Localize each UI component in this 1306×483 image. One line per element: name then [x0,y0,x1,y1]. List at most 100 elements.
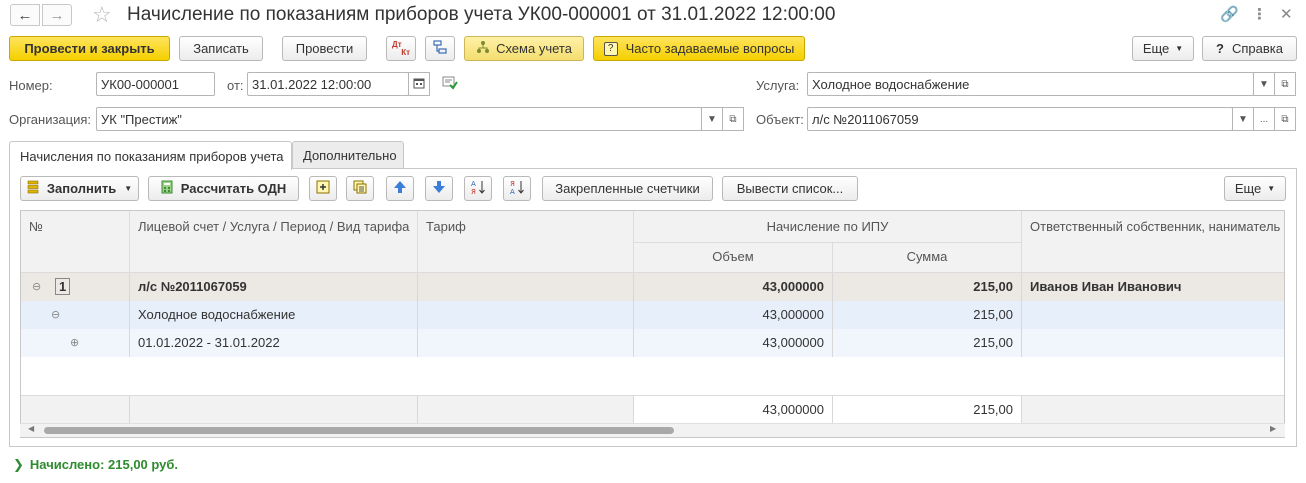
calc-odn-button[interactable]: Рассчитать ОДН [148,176,299,201]
header-tariff[interactable]: Тариф [418,211,634,273]
table-row[interactable]: ⊕ 01.01.2022 - 31.01.2022 43,000000 215,… [21,329,1284,357]
row-num [21,301,130,329]
service-dropdown-button[interactable]: ▼ [1253,72,1275,96]
more-vertical-icon[interactable]: ⋮ [1252,5,1267,23]
link-icon[interactable]: 🔗 [1220,5,1239,23]
row-account: л/с №2011067059 [130,273,418,301]
header-account[interactable]: Лицевой счет / Услуга / Период / Вид тар… [130,211,418,273]
row-owner [1022,329,1284,357]
row-tariff [418,273,634,301]
number-field[interactable]: УК00-000001 [96,72,215,96]
question-mark-icon: ? [1216,41,1224,56]
scrollbar-thumb[interactable] [44,427,674,434]
row-num [21,329,130,357]
object-label: Объект: [756,112,804,127]
row-num: 1 [47,273,130,301]
organization-open-button[interactable]: ⧉ [722,107,744,131]
move-down-button[interactable] [425,176,453,201]
ellipsis-icon: ... [1259,113,1269,125]
totals-volume: 43,000000 [634,396,833,424]
pinned-meters-button[interactable]: Закрепленные счетчики [542,176,713,201]
structure-button[interactable] [425,36,455,61]
organization-field[interactable]: УК "Престиж" [96,107,702,131]
dropdown-arrow-icon: ▼ [1267,184,1276,193]
table-row[interactable]: ⊖ 1 л/с №2011067059 43,000000 215,00 Ива… [21,273,1284,301]
more-button[interactable]: Еще ▼ [1132,36,1194,61]
row-sum: 215,00 [833,329,1022,357]
help-button[interactable]: ? Справка [1202,36,1297,61]
row-owner [1022,301,1284,329]
hierarchy-icon [432,39,448,58]
service-open-button[interactable]: ⧉ [1274,72,1296,96]
row-tariff [418,301,634,329]
faq-label: Часто задаваемые вопросы [625,41,795,56]
tab-meter-charges[interactable]: Начисления по показаниям приборов учета [9,141,292,170]
calendar-icon [413,77,425,92]
calc-odn-label: Рассчитать ОДН [180,181,287,196]
show-list-button[interactable]: Вывести список... [722,176,858,201]
svg-text:Я: Я [510,180,515,188]
window-title: Начисление по показаниям приборов учета … [127,4,836,25]
header-sum[interactable]: Сумма [833,243,1022,273]
open-icon: ⧉ [1281,78,1289,90]
account-scheme-label: Схема учета [496,41,572,56]
back-button[interactable]: ← [10,4,40,26]
post-and-close-button[interactable]: Провести и закрыть [9,36,170,61]
close-icon[interactable]: ✕ [1280,5,1293,23]
copy-row-button[interactable] [346,176,374,201]
object-dropdown-button[interactable]: ▼ [1232,107,1254,131]
organization-dropdown-button[interactable]: ▼ [701,107,723,131]
organization-label: Организация: [9,112,92,127]
dt-kt-button[interactable]: Дт Кт [386,36,416,61]
account-scheme-button[interactable]: Схема учета [464,36,584,61]
chevron-down-icon: ▼ [707,113,717,125]
table-more-button[interactable]: Еще ▼ [1224,176,1286,201]
chevron-down-icon: ▼ [1238,113,1248,125]
table-more-label: Еще [1234,181,1262,196]
fill-button[interactable]: Заполнить ▼ [20,176,139,201]
post-button[interactable]: Провести [282,36,367,61]
row-account: 01.01.2022 - 31.01.2022 [130,329,418,357]
forward-button[interactable]: → [42,4,72,26]
charged-total-status[interactable]: ❯ Начислено: 215,00 руб. [13,457,178,473]
sort-descending-button[interactable]: ЯА [503,176,531,201]
row-sum: 215,00 [833,301,1022,329]
calendar-button[interactable] [408,72,430,96]
scroll-left-icon[interactable]: ◀ [28,424,34,433]
sort-ascending-button[interactable]: АЯ [464,176,492,201]
object-field[interactable]: л/с №2011067059 [807,107,1233,131]
charges-table[interactable]: № Лицевой счет / Услуга / Период / Вид т… [20,210,1285,438]
sort-ascending-icon: АЯ [470,179,486,198]
save-button[interactable]: Записать [179,36,263,61]
object-open-button[interactable]: ⧉ [1274,107,1296,131]
totals-row: 43,000000 215,00 [21,395,1284,424]
header-volume[interactable]: Объем [634,243,833,273]
table-row[interactable]: ⊖ Холодное водоснабжение 43,000000 215,0… [21,301,1284,329]
scroll-right-icon[interactable]: ▶ [1270,424,1276,433]
arrow-left-icon: ← [17,6,33,24]
dropdown-arrow-icon: ▼ [124,184,133,193]
totals-account [130,396,418,424]
header-owner[interactable]: Ответственный собственник, наниматель [1022,211,1284,273]
svg-text:Я: Я [471,188,476,195]
collapse-icon[interactable]: ⊖ [32,280,41,293]
object-select-button[interactable]: ... [1253,107,1275,131]
move-up-button[interactable] [386,176,414,201]
charged-total-text: Начислено: 215,00 руб. [29,457,179,472]
header-num[interactable]: № [21,211,130,273]
svg-text:А: А [510,188,515,195]
arrow-up-icon [393,180,407,197]
service-field[interactable]: Холодное водоснабжение [807,72,1254,96]
help-label: Справка [1231,41,1283,56]
faq-button[interactable]: ? Часто задаваемые вопросы [593,36,805,61]
dt-kt-icon: Дт Кт [392,39,410,57]
date-field[interactable]: 31.01.2022 12:00:00 [247,72,409,96]
tab-additional[interactable]: Дополнительно [292,141,404,169]
more-label: Еще [1142,41,1170,56]
add-row-button[interactable] [309,176,337,201]
row-sum: 215,00 [833,273,1022,301]
row-volume: 43,000000 [634,329,833,357]
row-account: Холодное водоснабжение [130,301,418,329]
star-icon[interactable]: ☆ [92,2,112,28]
totals-tariff [418,396,634,424]
